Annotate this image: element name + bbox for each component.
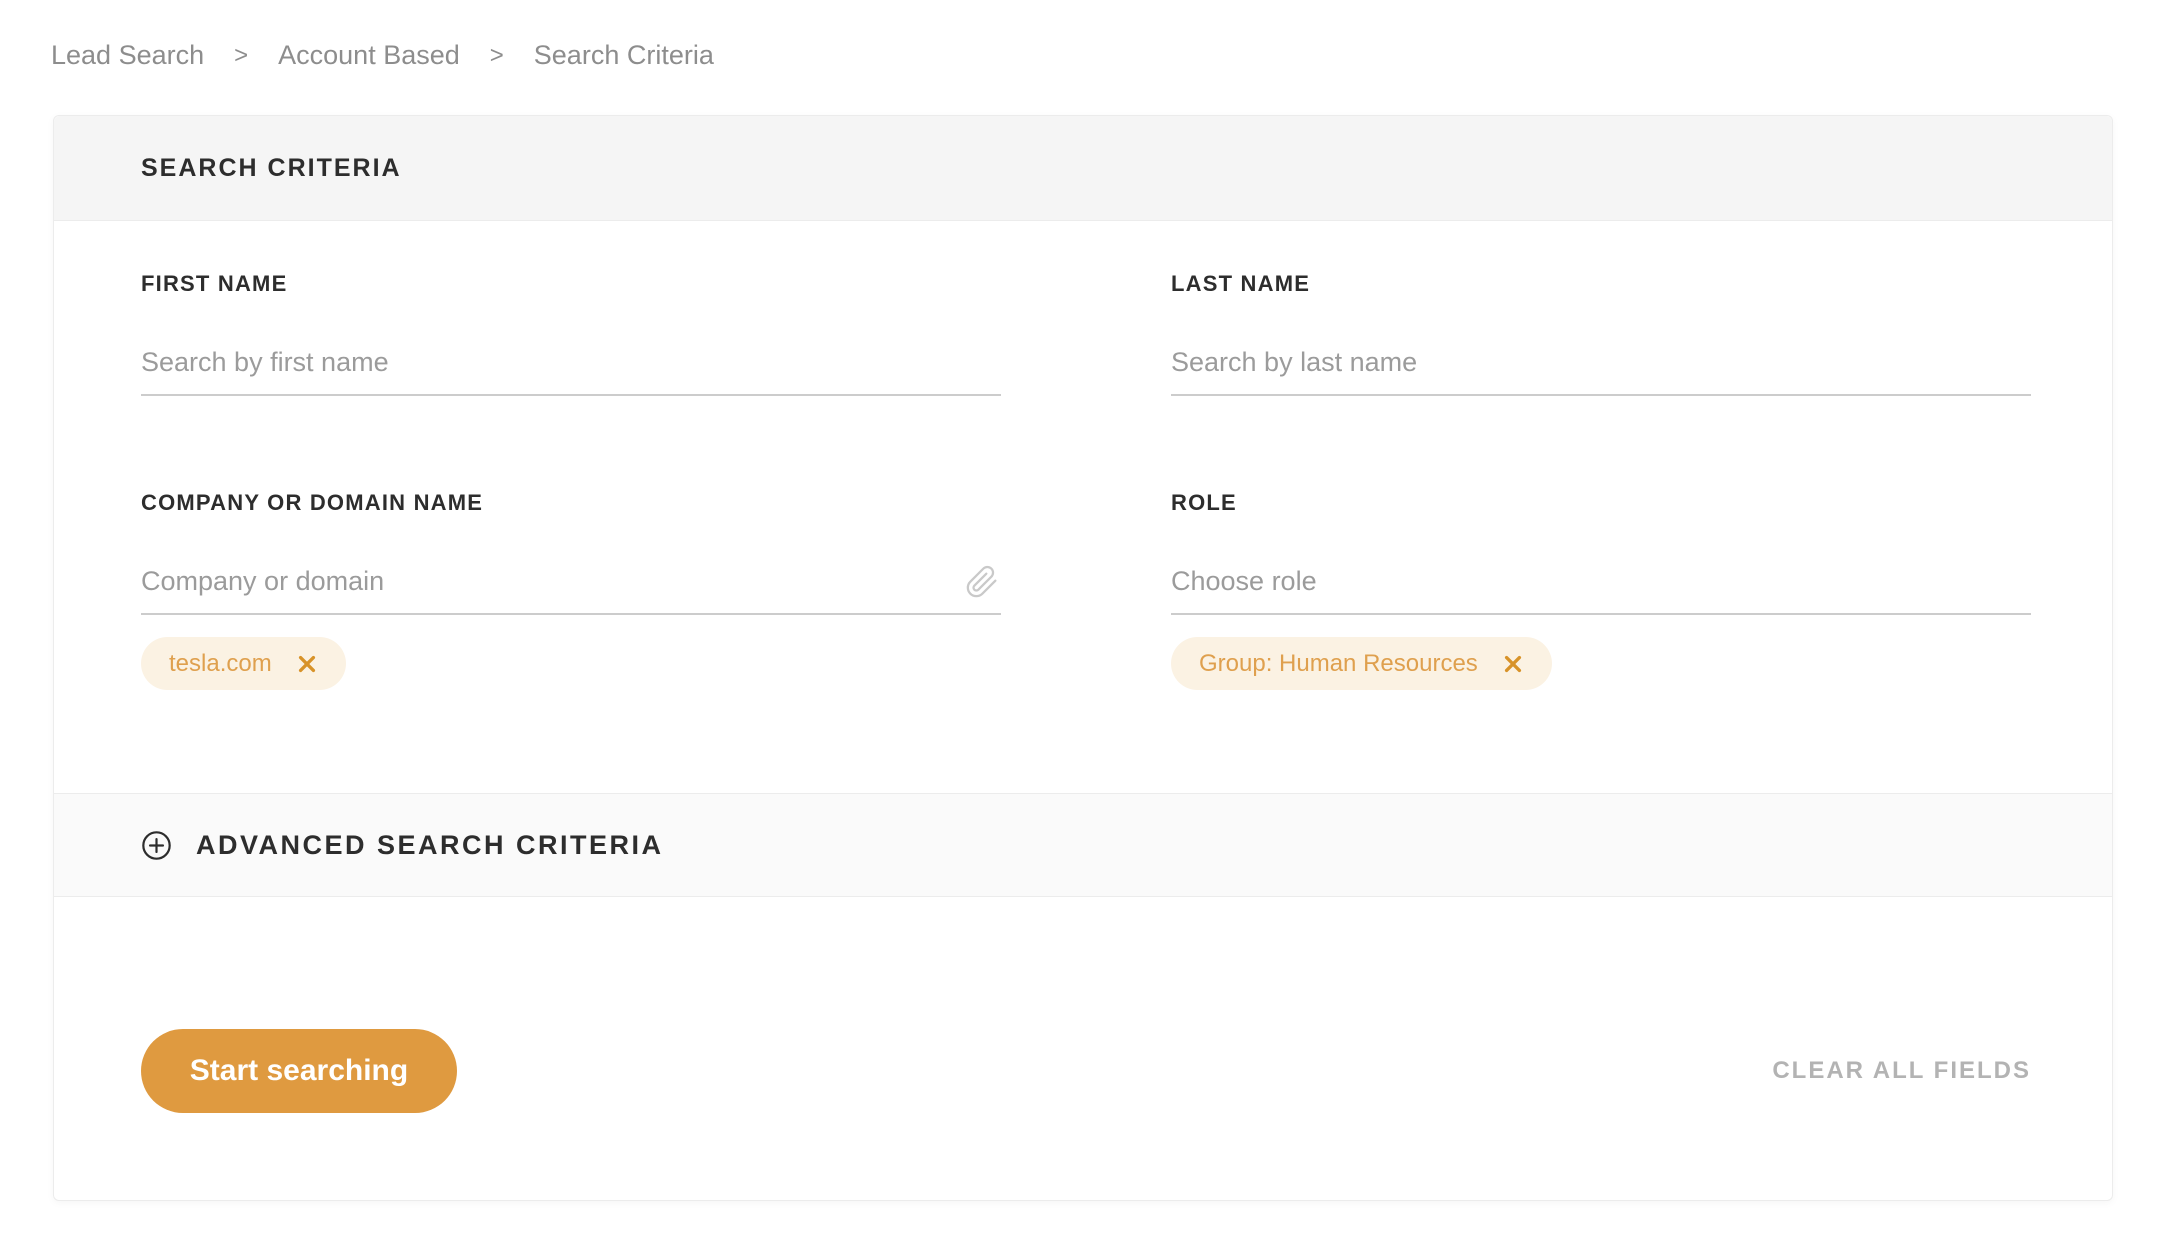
breadcrumb: Lead Search > Account Based > Search Cri… [0, 0, 2164, 71]
breadcrumb-separator: > [489, 41, 504, 69]
start-searching-button[interactable]: Start searching [141, 1029, 457, 1113]
first-name-label: FIRST NAME [141, 271, 288, 296]
company-label: COMPANY OR DOMAIN NAME [141, 490, 484, 515]
company-tags: tesla.com [141, 637, 1001, 690]
tag-tesla-com: tesla.com [141, 637, 346, 690]
search-criteria-card: SEARCH CRITERIA FIRST NAME LAST NAME COM… [53, 115, 2113, 1201]
clear-all-fields-button[interactable]: CLEAR ALL FIELDS [1772, 1029, 2031, 1113]
remove-tag-icon[interactable] [296, 653, 318, 675]
last-name-input[interactable] [1171, 347, 2031, 378]
company-input[interactable] [141, 566, 1001, 597]
tag-label: tesla.com [169, 649, 272, 677]
card-footer: Start searching CLEAR ALL FIELDS [54, 897, 2112, 1200]
plus-circle-icon [142, 830, 171, 860]
breadcrumb-item-account-based[interactable]: Account Based [278, 40, 460, 71]
first-name-input-wrap [141, 347, 1001, 396]
remove-tag-icon[interactable] [1502, 653, 1524, 675]
first-name-input[interactable] [141, 347, 1001, 378]
paperclip-icon[interactable] [965, 565, 999, 599]
company-input-wrap [141, 565, 1001, 615]
last-name-input-wrap [1171, 347, 2031, 396]
page-title: SEARCH CRITERIA [141, 153, 402, 182]
field-company-or-domain: COMPANY OR DOMAIN NAME tesla.com [141, 490, 1001, 690]
advanced-search-toggle[interactable]: ADVANCED SEARCH CRITERIA [54, 793, 2112, 897]
field-role: ROLE Group: Human Resources [1171, 490, 2031, 690]
role-tags: Group: Human Resources [1171, 637, 2031, 690]
role-label: ROLE [1171, 490, 1237, 515]
tag-group-human-resources: Group: Human Resources [1171, 637, 1552, 690]
field-last-name: LAST NAME [1171, 271, 2031, 396]
role-input-wrap [1171, 566, 2031, 615]
tag-label: Group: Human Resources [1199, 649, 1478, 677]
breadcrumb-item-lead-search[interactable]: Lead Search [51, 40, 204, 71]
search-fields: FIRST NAME LAST NAME COMPANY OR DOMAIN N… [54, 221, 2112, 793]
field-first-name: FIRST NAME [141, 271, 1001, 396]
breadcrumb-separator: > [234, 41, 249, 69]
role-input[interactable] [1171, 566, 2031, 597]
breadcrumb-item-search-criteria[interactable]: Search Criteria [534, 40, 714, 71]
advanced-search-label: ADVANCED SEARCH CRITERIA [196, 829, 664, 860]
card-header: SEARCH CRITERIA [54, 116, 2112, 221]
last-name-label: LAST NAME [1171, 271, 1311, 296]
